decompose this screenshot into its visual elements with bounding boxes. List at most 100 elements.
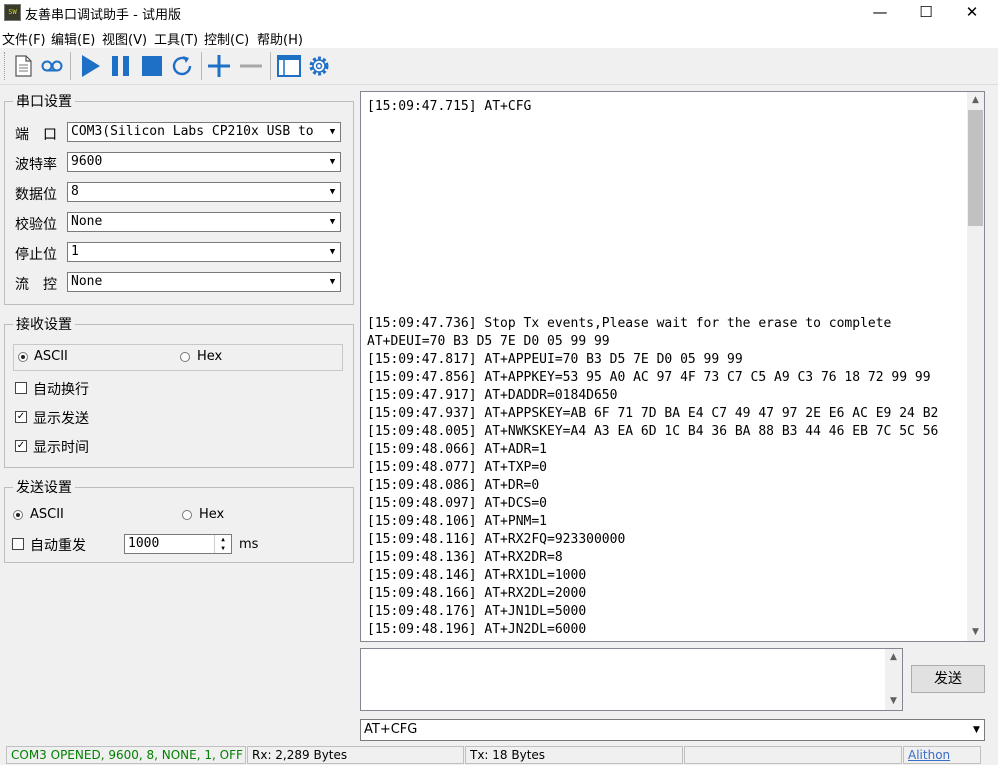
serial-settings-title: 串口设置 — [13, 91, 75, 111]
chevron-down-icon: ▼ — [325, 123, 340, 141]
pause-icon[interactable] — [108, 53, 134, 79]
receive-ascii-label: ASCII — [34, 349, 68, 364]
log-line: [15:09:48.196] AT+JN2DL=6000 — [367, 622, 587, 637]
interval-stepper[interactable]: ▲ ▼ — [214, 535, 231, 553]
app-icon: SW — [4, 4, 21, 21]
port-value: COM3(Silicon Labs CP210x USB to — [71, 124, 314, 139]
menu-help[interactable]: 帮助(H) — [257, 29, 303, 48]
log-line: [15:09:48.077] AT+TXP=0 — [367, 460, 548, 475]
parity-select[interactable]: None ▼ — [67, 212, 341, 232]
log-line: [15:09:47.817] AT+APPEUI=70 B3 D5 7E D0 … — [367, 352, 743, 367]
flow-control-value: None — [71, 274, 103, 289]
chevron-down-icon: ▼ — [325, 183, 340, 201]
flow-control-select[interactable]: None ▼ — [67, 272, 341, 292]
port-select[interactable]: COM3(Silicon Labs CP210x USB to ▼ — [67, 122, 341, 142]
menu-file[interactable]: 文件(F) — [2, 29, 46, 48]
maximize-button[interactable]: ☐ — [903, 0, 949, 26]
log-line: [15:09:48.005] AT+NWKSKEY=A4 A3 EA 6D 1C… — [367, 424, 939, 439]
stop-bits-label: 停止位 — [15, 247, 57, 263]
show-send-checkbox[interactable]: ✓ — [15, 411, 27, 423]
data-bits-select[interactable]: 8 ▼ — [67, 182, 341, 202]
port-label: 端 口 — [15, 127, 57, 143]
scroll-up-icon[interactable]: ▲ — [967, 92, 984, 109]
new-document-icon[interactable] — [10, 53, 36, 79]
auto-wrap-label: 自动换行 — [33, 382, 89, 398]
log-line: [15:09:48.086] AT+DR=0 — [367, 478, 540, 493]
toolbar-grip — [4, 52, 7, 80]
interval-unit: ms — [239, 537, 259, 552]
log-line: AT+DEUI=70 B3 D5 7E D0 05 99 99 — [367, 334, 610, 349]
send-ascii-radio[interactable] — [13, 510, 23, 520]
receive-scrollbar[interactable]: ▲ ▼ — [967, 92, 984, 641]
log-line: [15:09:48.106] AT+PNM=1 — [367, 514, 548, 529]
chevron-down-icon: ▼ — [325, 153, 340, 171]
show-time-label: 显示时间 — [33, 440, 89, 456]
receive-hex-radio[interactable] — [180, 352, 190, 362]
command-select[interactable]: AT+CFG ▼ — [360, 719, 985, 741]
auto-wrap-checkbox[interactable] — [15, 382, 27, 394]
chevron-down-icon: ▼ — [325, 243, 340, 261]
auto-resend-checkbox[interactable] — [12, 538, 24, 550]
receive-first-line: [15:09:47.715] AT+CFG — [367, 99, 532, 114]
menu-control[interactable]: 控制(C) — [204, 29, 249, 48]
send-button[interactable]: 发送 — [911, 665, 985, 693]
chevron-down-icon: ▼ — [325, 273, 340, 291]
scroll-up-icon[interactable]: ▲ — [885, 649, 902, 666]
stepper-down-icon[interactable]: ▼ — [215, 544, 231, 553]
add-icon[interactable] — [206, 53, 232, 79]
status-tx: Tx: 18 Bytes — [465, 746, 683, 764]
stop-bits-select[interactable]: 1 ▼ — [67, 242, 341, 262]
menu-view[interactable]: 视图(V) — [102, 29, 147, 48]
menu-edit[interactable]: 编辑(E) — [51, 29, 95, 48]
send-hex-radio[interactable] — [182, 510, 192, 520]
close-button[interactable]: ✕ — [949, 0, 995, 26]
log-line: [15:09:48.176] AT+JN1DL=5000 — [367, 604, 587, 619]
scroll-down-icon[interactable]: ▼ — [967, 624, 984, 641]
gear-icon[interactable] — [306, 53, 332, 79]
stop-bits-value: 1 — [71, 244, 79, 259]
scroll-down-icon[interactable]: ▼ — [885, 693, 902, 710]
baud-rate-label: 波特率 — [15, 157, 57, 173]
stepper-up-icon[interactable]: ▲ — [215, 535, 231, 544]
brand-link[interactable]: Alithon — [903, 746, 981, 764]
show-send-label: 显示发送 — [33, 411, 89, 427]
receive-log[interactable]: [15:09:47.715] AT+CFG [15:09:47.736] Sto… — [360, 91, 985, 642]
receive-ascii-radio[interactable] — [18, 352, 28, 362]
command-value: AT+CFG — [364, 722, 418, 737]
log-line: [15:09:48.166] AT+RX2DL=2000 — [367, 586, 587, 601]
window-title: 友善串口调试助手 - 试用版 — [25, 8, 181, 23]
resend-interval-input[interactable]: 1000 ▲ ▼ — [124, 534, 232, 554]
log-line: [15:09:48.097] AT+DCS=0 — [367, 496, 548, 511]
send-scrollbar[interactable]: ▲ ▼ — [885, 649, 902, 710]
record-icon[interactable] — [39, 53, 65, 79]
status-rx: Rx: 2,289 Bytes — [247, 746, 464, 764]
chevron-down-icon: ▼ — [325, 213, 340, 231]
receive-hex-label: Hex — [197, 349, 223, 364]
parity-label: 校验位 — [15, 217, 57, 233]
show-time-checkbox[interactable]: ✓ — [15, 440, 27, 452]
send-hex-label: Hex — [199, 507, 225, 522]
send-settings-title: 发送设置 — [13, 477, 75, 497]
receive-settings-title: 接收设置 — [13, 314, 75, 334]
log-line: [15:09:48.136] AT+RX2DR=8 — [367, 550, 563, 565]
menu-bar — [0, 26, 998, 48]
play-icon[interactable] — [77, 53, 103, 79]
toolbar-separator — [201, 52, 202, 80]
remove-icon[interactable] — [238, 53, 264, 79]
log-line: [15:09:47.937] AT+APPSKEY=AB 6F 71 7D BA… — [367, 406, 939, 421]
menu-tools[interactable]: 工具(T) — [154, 29, 198, 48]
minimize-button[interactable]: — — [857, 0, 903, 26]
baud-rate-select[interactable]: 9600 ▼ — [67, 152, 341, 172]
status-empty — [684, 746, 902, 764]
stop-icon[interactable] — [139, 53, 165, 79]
refresh-icon[interactable] — [169, 53, 195, 79]
log-line: [15:09:48.066] AT+ADR=1 — [367, 442, 548, 457]
status-connection: COM3 OPENED, 9600, 8, NONE, 1, OFF — [6, 746, 246, 764]
log-line: [15:09:48.146] AT+RX1DL=1000 — [367, 568, 587, 583]
window-icon[interactable] — [276, 53, 302, 79]
baud-rate-value: 9600 — [71, 154, 103, 169]
toolbar-separator — [70, 52, 71, 80]
chevron-down-icon: ▼ — [969, 720, 984, 740]
send-input-area[interactable] — [360, 648, 903, 711]
scrollbar-thumb[interactable] — [968, 110, 983, 226]
